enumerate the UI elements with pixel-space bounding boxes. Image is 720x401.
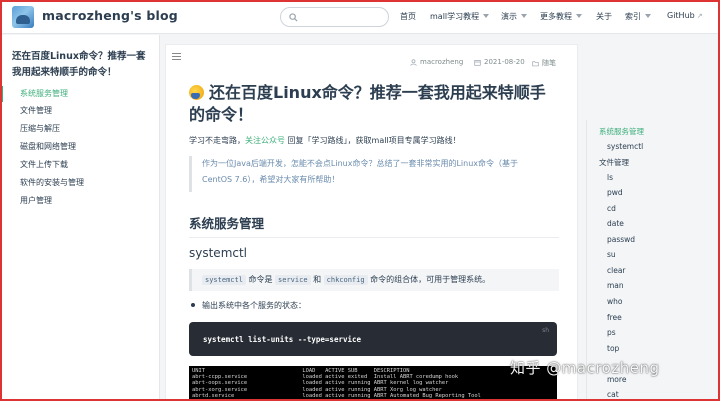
toc-item-su[interactable]: su — [607, 250, 616, 259]
article-date-text: 2021-08-20 — [484, 58, 525, 66]
sidebar-item-service-management[interactable]: 系统服务管理 — [0, 86, 159, 102]
chevron-down-icon — [576, 14, 582, 18]
nav-demo[interactable]: 演示 — [501, 11, 527, 22]
sidebar-item-disk-network[interactable]: 磁盘和网络管理 — [0, 139, 159, 155]
calendar-icon — [474, 59, 481, 66]
user-icon — [410, 58, 417, 66]
code-text: systemctl list-units --type=service — [203, 335, 362, 344]
list-item-text: 输出系统中各个服务的状态： — [202, 301, 306, 310]
sidebar: 还在百度Linux命令？推荐一套我用起来特顺手的命令！ 系统服务管理 文件管理 … — [0, 35, 160, 401]
toc-item-who[interactable]: who — [607, 297, 622, 306]
sidebar-item-compression[interactable]: 压缩与解压 — [0, 121, 159, 137]
subsection-heading: systemctl — [189, 246, 248, 260]
tip-block: systemctl 命令是 service 和 chkconfig 命令的组合体… — [189, 269, 559, 291]
list-item: 输出系统中各个服务的状态： — [191, 300, 306, 311]
code-block[interactable]: sh systemctl list-units --type=service — [189, 322, 557, 356]
section-heading: 系统服务管理 — [189, 213, 559, 238]
nav-index-label: 索引 — [625, 12, 641, 21]
nav-mall-tutorial[interactable]: mall学习教程 — [430, 11, 490, 22]
site-logo[interactable] — [12, 6, 34, 28]
follow-account-link[interactable]: 关注公众号 — [245, 136, 285, 145]
intro-line: 学习不走弯路，关注公众号 回复「学习路线」，获取mall项目专属学习路线！ — [189, 135, 461, 146]
toc-item-systemctl[interactable]: systemctl — [607, 142, 643, 151]
nav-more-tutorials[interactable]: 更多教程 — [540, 11, 582, 22]
code-language-label: sh — [542, 327, 549, 334]
article-title: 还在百度Linux命令？推荐一套我用起来特顺手的命令！ — [189, 82, 559, 126]
chevron-down-icon — [521, 14, 527, 18]
inline-code-systemctl: systemctl — [202, 275, 246, 285]
quote-line-1: 作为一位Java后端开发，怎能不会点Linux命令？总结了一套非常实用的Linu… — [202, 159, 519, 168]
sidebar-item-software[interactable]: 软件的安装与管理 — [0, 175, 159, 191]
external-link-icon: ↗ — [696, 12, 703, 20]
sidebar-heading[interactable]: 还在百度Linux命令？推荐一套我用起来特顺手的命令！ — [12, 49, 152, 81]
tip-text-1: 命令是 — [245, 275, 276, 284]
article-category[interactable]: 随笔 — [532, 58, 556, 68]
nav-about-label: 关于 — [596, 12, 612, 21]
toc-item-service-management[interactable]: 系统服务管理 — [599, 126, 644, 137]
bullet-dot — [191, 303, 195, 307]
intro-before: 学习不走弯路， — [189, 136, 245, 145]
toc-item-man[interactable]: man — [607, 281, 624, 290]
nav-index[interactable]: 索引 — [625, 11, 651, 22]
inline-code-chkconfig: chkconfig — [323, 275, 368, 285]
tip-text-3: 命令的组合体，可用于管理系统。 — [367, 275, 491, 284]
toc-item-free[interactable]: free — [607, 313, 622, 322]
nav-mall-tutorial-label: mall学习教程 — [430, 12, 480, 21]
nav-more-tutorials-label: 更多教程 — [540, 12, 572, 21]
nav-home[interactable]: 首页 — [400, 11, 416, 22]
article-title-text: 还在百度Linux命令？推荐一套我用起来特顺手的命令！ — [189, 83, 546, 124]
site-title[interactable]: macrozheng's blog — [42, 8, 178, 23]
sidebar-item-file-management[interactable]: 文件管理 — [0, 103, 159, 119]
search-box[interactable] — [280, 7, 389, 27]
nav-home-label: 首页 — [400, 12, 416, 21]
article-author: macrozheng — [410, 58, 463, 66]
toc-item-clear[interactable]: clear — [607, 266, 626, 275]
toc-item-date[interactable]: date — [607, 219, 624, 228]
menu-icon[interactable] — [172, 53, 181, 60]
article-date: 2021-08-20 — [474, 58, 525, 66]
search-icon — [289, 12, 298, 22]
toc-item-pwd[interactable]: pwd — [607, 188, 623, 197]
intro-after: 回复「学习路线」，获取mall项目专属学习路线！ — [285, 136, 461, 145]
article-author-text: macrozheng — [420, 58, 464, 66]
sidebar-item-users[interactable]: 用户管理 — [0, 193, 159, 209]
nav-about[interactable]: 关于 — [596, 11, 612, 22]
quote-line-2: CentOS 7.6），希望对大家有所帮助！ — [202, 175, 340, 184]
watermark: 知乎 @macrozheng — [510, 359, 660, 377]
toc-item-ps[interactable]: ps — [607, 328, 616, 337]
emoji-icon — [189, 85, 204, 100]
toc-item-top[interactable]: top — [607, 344, 619, 353]
toc-item-passwd[interactable]: passwd — [607, 235, 635, 244]
top-navbar: macrozheng's blog 首页 mall学习教程 演示 更多教程 关于… — [0, 0, 720, 34]
chevron-down-icon — [483, 14, 490, 18]
toc-item-cat[interactable]: cat — [607, 390, 619, 399]
inline-code-service: service — [275, 275, 311, 285]
terminal-screenshot: UNIT LOAD ACTIVE SUB DESCRIPTION abrt-cc… — [189, 366, 557, 401]
chevron-down-icon — [645, 14, 651, 18]
tip-text-2: 和 — [310, 275, 324, 284]
nav-github[interactable]: GitHub ↗ — [667, 11, 703, 20]
intro-quote: 作为一位Java后端开发，怎能不会点Linux命令？总结了一套非常实用的Linu… — [189, 156, 559, 192]
toc-item-cd[interactable]: cd — [607, 204, 616, 213]
toc-item-ls[interactable]: ls — [607, 173, 613, 182]
article-card: macrozheng 2021-08-20 随笔 还在百度Linux命令？推荐一… — [165, 44, 578, 401]
nav-demo-label: 演示 — [501, 12, 517, 21]
search-input[interactable] — [302, 12, 382, 22]
toc-item-file-management[interactable]: 文件管理 — [599, 157, 629, 168]
sidebar-item-file-transfer[interactable]: 文件上传下载 — [0, 157, 159, 173]
folder-icon — [532, 60, 539, 66]
article-category-text: 随笔 — [542, 59, 556, 67]
nav-github-label: GitHub — [667, 11, 695, 20]
